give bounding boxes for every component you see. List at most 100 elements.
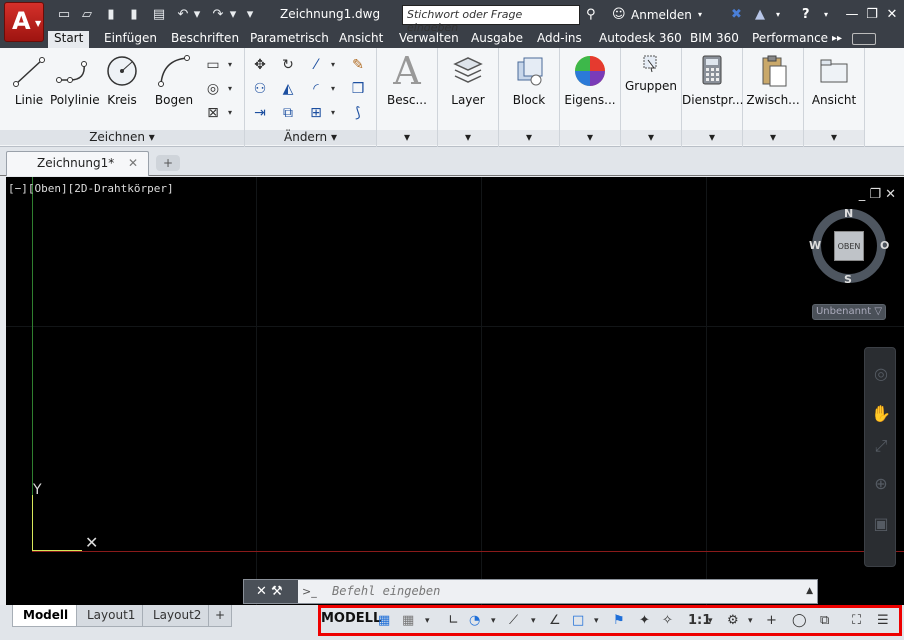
pan-icon[interactable]: ✋ — [871, 404, 891, 424]
block-expand[interactable]: ▾ — [499, 130, 559, 145]
exchange-apps-icon[interactable]: ✖ — [731, 6, 742, 24]
view-expand[interactable]: ▾ — [804, 130, 864, 145]
showmotion-icon[interactable]: ▣ — [871, 514, 891, 534]
redo-icon[interactable]: ↷ — [209, 6, 227, 24]
search-input[interactable]: Stichwort oder Frage eingeben — [402, 5, 580, 34]
osnap-icon[interactable]: □ — [572, 612, 584, 630]
tab-bim-360[interactable]: BIM 360 — [690, 31, 739, 48]
tab-einfuegen[interactable]: Einfügen — [104, 31, 157, 48]
rectangle-dropdown-icon[interactable]: ▾ — [228, 60, 232, 69]
tab-performance[interactable]: Performance — [752, 31, 828, 48]
clean-screen-icon[interactable]: ⛶ — [852, 612, 861, 630]
save-icon[interactable]: ▮ — [102, 6, 120, 24]
application-menu-button[interactable]: A ▼ — [4, 2, 44, 42]
customization-menu-icon[interactable]: ☰ — [877, 612, 889, 630]
minimize-icon[interactable]: — — [842, 6, 862, 24]
annotation-monitor-icon[interactable]: + — [766, 612, 777, 630]
layer-button[interactable]: Layer — [438, 54, 498, 107]
viewport-controls-label[interactable]: [−][Oben][2D-Drahtkörper] — [8, 182, 174, 195]
tab-start[interactable]: Start — [48, 31, 90, 48]
snap-dropdown-icon[interactable]: ▾ — [425, 612, 430, 630]
annotation-button[interactable]: A Besc... — [377, 52, 437, 107]
utilities-expand[interactable]: ▾ — [682, 130, 742, 145]
compass-south[interactable]: S — [844, 273, 852, 286]
close-tab-icon[interactable]: ✕ — [128, 156, 138, 170]
command-history-icon[interactable]: ▲ — [806, 586, 813, 596]
save-as-icon[interactable]: ▮ — [125, 6, 143, 24]
tab-beschriften[interactable]: Beschriften — [171, 31, 239, 48]
workspace-gear-icon[interactable]: ⚙ — [727, 612, 739, 630]
help-icon[interactable]: ? — [802, 6, 810, 24]
properties-button[interactable]: Eigens... — [560, 54, 620, 107]
isolate-objects-icon[interactable]: ◯ — [792, 612, 807, 630]
ortho-icon[interactable]: ∟ — [448, 612, 459, 630]
redo-dropdown-icon[interactable]: ▾ — [228, 6, 238, 24]
erase-icon[interactable]: ✎ — [349, 56, 367, 74]
annotation-visibility-icon[interactable]: ⚑ — [613, 612, 625, 630]
rectangle-icon[interactable]: ▭ — [204, 56, 222, 74]
open-file-icon[interactable]: ▱ — [78, 6, 96, 24]
circle-button[interactable]: Kreis — [104, 54, 140, 107]
tab-modell[interactable]: Modell — [12, 605, 80, 627]
ucs-menu[interactable]: Unbenannt ▽ — [812, 304, 886, 320]
auto-scale-icon[interactable]: ✦ — [639, 612, 650, 630]
tab-add-ins[interactable]: Add-ins — [537, 31, 582, 48]
compass-east[interactable]: O — [880, 239, 889, 252]
viewcube-face-top[interactable]: OBEN — [834, 231, 864, 261]
array-dropdown-icon[interactable]: ▾ — [331, 108, 335, 117]
groups-expand[interactable]: ▾ — [621, 130, 681, 145]
tab-ansicht[interactable]: Ansicht — [339, 31, 383, 48]
viewcube[interactable]: OBEN N S W O — [809, 207, 889, 286]
tab-layout1[interactable]: Layout1 — [76, 605, 147, 627]
groups-button[interactable]: Gruppen — [621, 54, 681, 93]
view-button[interactable]: Ansicht — [804, 54, 864, 107]
login-button[interactable]: Anmelden — [631, 8, 692, 22]
trim-dropdown-icon[interactable]: ▾ — [331, 60, 335, 69]
workspace-dropdown-icon[interactable]: ▾ — [748, 612, 753, 630]
compass-north[interactable]: N — [844, 207, 853, 220]
scale-icon[interactable]: ⧉ — [279, 104, 297, 122]
clipboard-button[interactable]: Zwisch... — [743, 54, 803, 107]
binoculars-icon[interactable]: ⚲ — [586, 6, 596, 24]
help-dropdown-icon[interactable]: ▾ — [824, 6, 828, 24]
login-dropdown-icon[interactable]: ▾ — [698, 6, 702, 24]
undo-icon[interactable]: ↶ — [174, 6, 192, 24]
panel-aendern-title[interactable]: Ändern ▾ — [245, 130, 376, 145]
command-input[interactable]: Befehl eingeben — [332, 584, 440, 598]
fillet-icon[interactable]: ◜ — [307, 80, 325, 98]
tab-parametrisch[interactable]: Parametrisch — [250, 31, 329, 48]
move-icon[interactable]: ✥ — [251, 56, 269, 74]
new-tab-button[interactable]: + — [156, 155, 180, 171]
utilities-button[interactable]: Dienstpr... — [682, 54, 743, 107]
osnap-dropdown-icon[interactable]: ▾ — [594, 612, 599, 630]
annotation-expand[interactable]: ▾ — [377, 130, 437, 145]
tab-autodesk-360[interactable]: Autodesk 360 — [599, 31, 682, 48]
line-button[interactable]: Linie — [12, 54, 46, 107]
annotation-scale-icon[interactable]: ✧ — [662, 612, 673, 630]
scale-dropdown-icon[interactable]: ▾ — [708, 612, 713, 630]
hatch-dropdown-icon[interactable]: ▾ — [228, 84, 232, 93]
clipboard-expand[interactable]: ▾ — [743, 130, 803, 145]
close-icon[interactable]: ✕ — [882, 6, 902, 24]
array-icon[interactable]: ⊞ — [307, 104, 325, 122]
explode-icon[interactable]: ❒ — [349, 80, 367, 98]
minimize-ribbon-icon[interactable] — [852, 33, 876, 45]
more-tabs-icon[interactable]: ▸▸ — [832, 31, 842, 48]
hardware-acceleration-icon[interactable]: ⧉ — [820, 612, 829, 630]
print-icon[interactable]: ▤ — [150, 6, 168, 24]
a360-dropdown-icon[interactable]: ▾ — [776, 6, 780, 24]
command-prompt-icon[interactable]: >_ — [302, 583, 330, 601]
steering-wheel-icon[interactable]: ◎ — [871, 364, 891, 384]
layer-expand[interactable]: ▾ — [438, 130, 498, 145]
model-space-button[interactable]: MODELL — [321, 611, 381, 626]
orbit-icon[interactable]: ⊕ — [871, 474, 891, 494]
a360-icon[interactable]: ▲ — [755, 6, 765, 24]
tab-ausgabe[interactable]: Ausgabe — [471, 31, 523, 48]
hatch-icon[interactable]: ◎ — [204, 80, 222, 98]
stretch-icon[interactable]: ⇥ — [251, 104, 269, 122]
polar-dropdown-icon[interactable]: ▾ — [491, 612, 496, 630]
rotate-icon[interactable]: ↻ — [279, 56, 297, 74]
object-tracking-icon[interactable]: ∠ — [549, 612, 561, 630]
tab-verwalten[interactable]: Verwalten — [399, 31, 459, 48]
trim-icon[interactable]: ⁄ — [307, 56, 325, 74]
